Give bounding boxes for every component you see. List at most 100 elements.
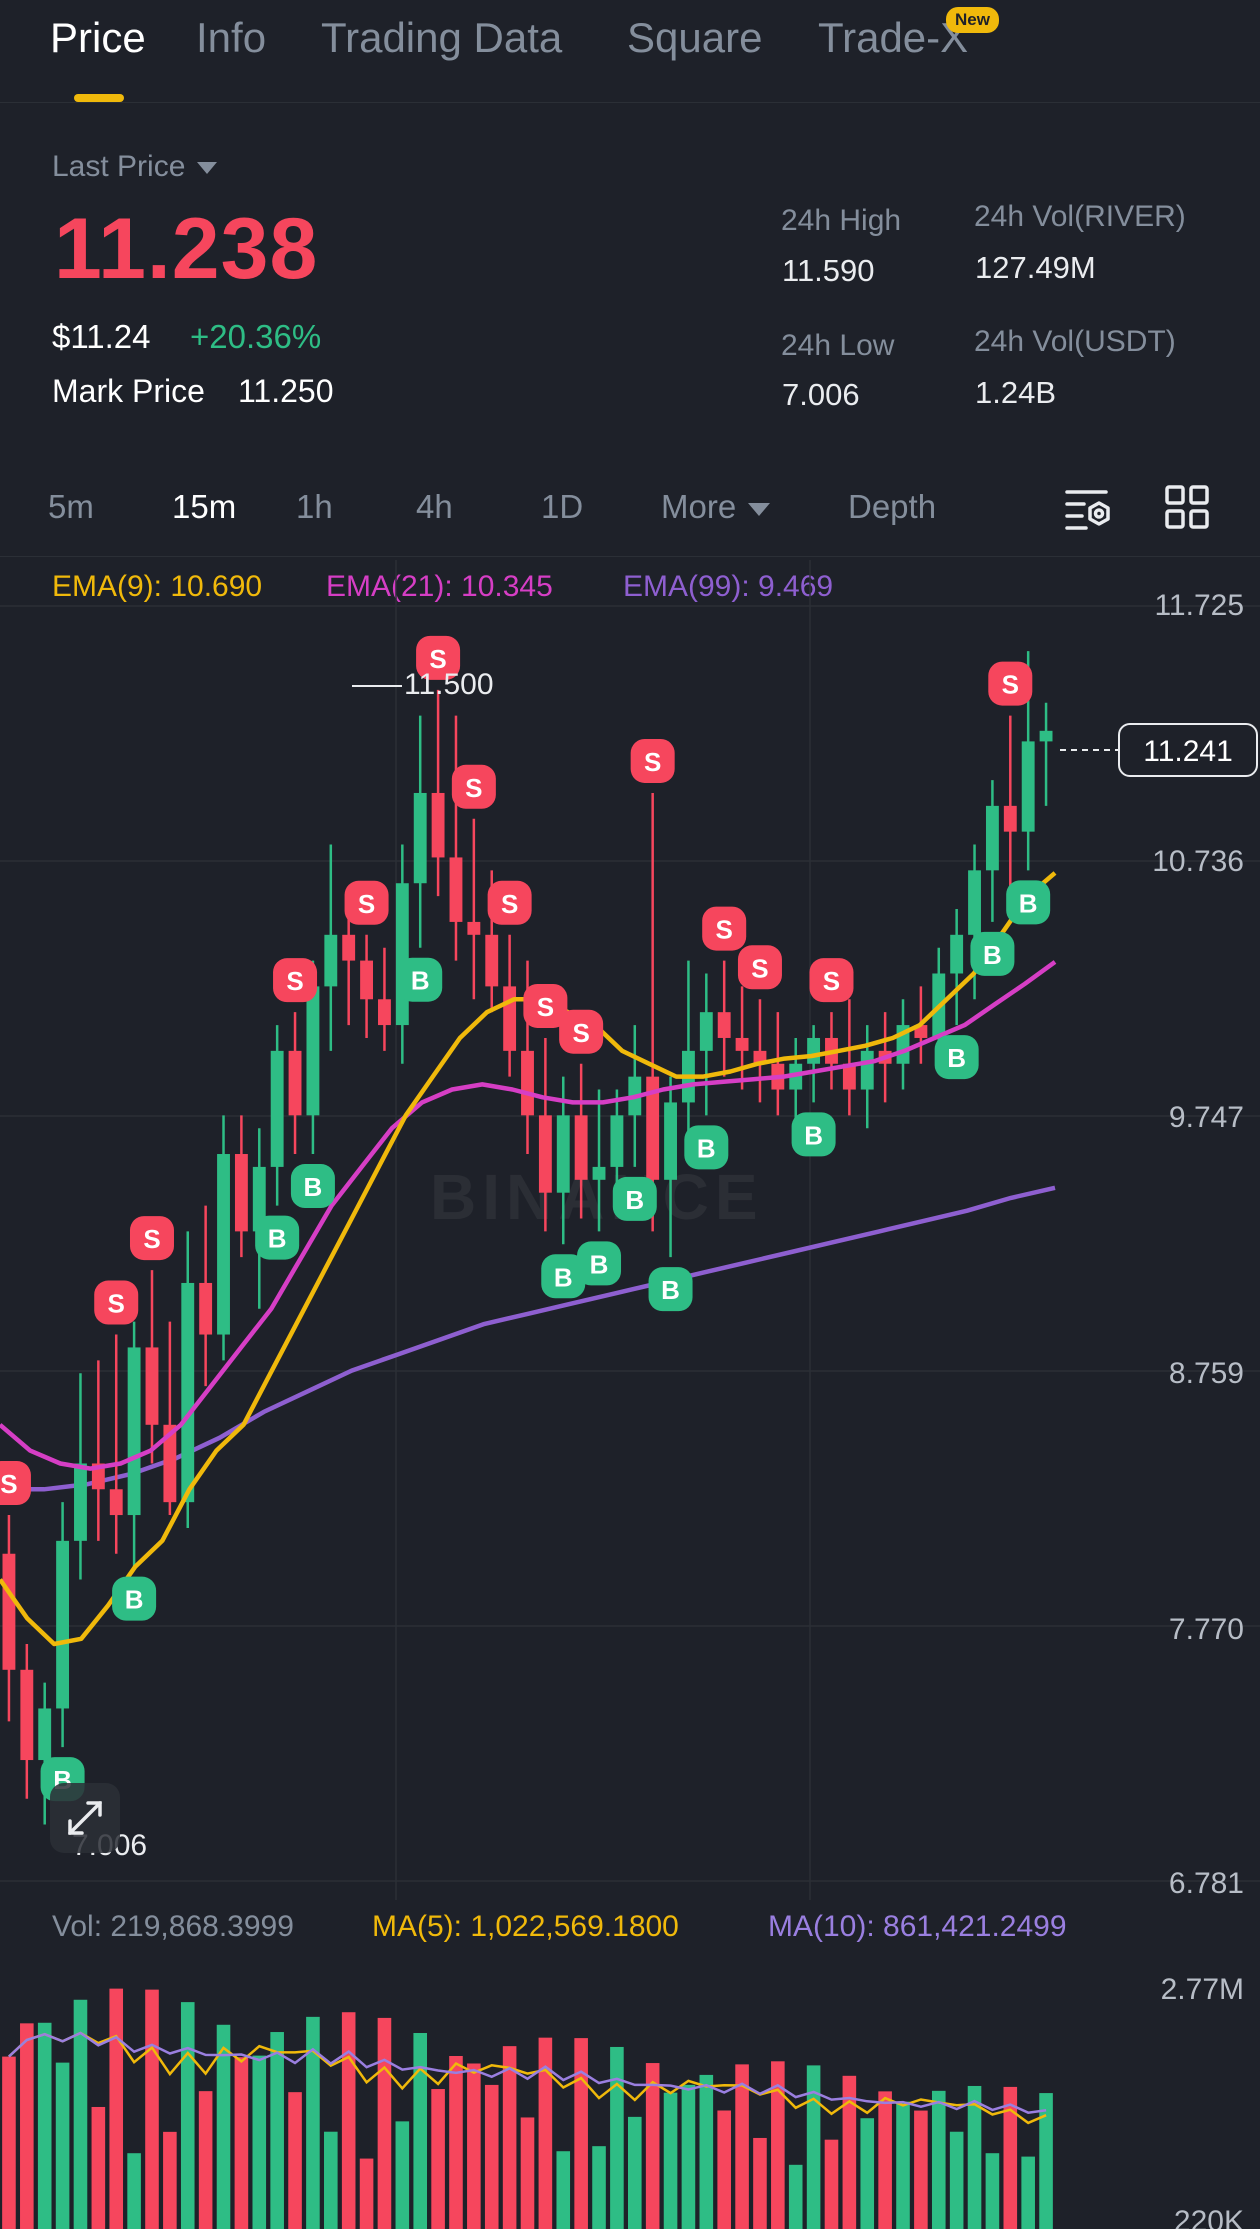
volume-bar — [556, 2151, 571, 2229]
last-price-dropdown[interactable]: Last Price — [52, 150, 218, 184]
volume-bar — [592, 2146, 606, 2229]
sell-marker: S — [273, 958, 318, 1003]
candle — [324, 844, 338, 1051]
candle-body — [20, 1669, 34, 1761]
tab-trading-data[interactable]: Trading Data — [321, 14, 562, 62]
candle — [74, 1373, 87, 1580]
candle-body — [1021, 741, 1035, 832]
candle-body — [538, 1115, 552, 1193]
volume-bar — [878, 2091, 892, 2229]
vol-quote-value: 1.24B — [975, 375, 1057, 410]
tab-info[interactable]: Info — [196, 14, 266, 62]
volume-bar — [91, 2106, 106, 2229]
caret-down-icon — [748, 502, 771, 516]
y-axis-label: 7.770 — [1168, 1613, 1244, 1646]
candle — [950, 909, 964, 1026]
low-value: 7.006 — [782, 377, 860, 412]
sell-marker: S — [0, 1461, 31, 1506]
more-intervals-dropdown[interactable]: More — [661, 488, 771, 526]
interval-1d[interactable]: 1D — [541, 488, 583, 526]
last-price-label: Last Price — [52, 150, 186, 183]
tab-price[interactable]: Price — [50, 14, 146, 62]
volume-bar — [109, 1988, 124, 2229]
candle-body — [503, 986, 517, 1051]
volume-bar — [324, 2131, 338, 2229]
sell-marker: S — [129, 1216, 174, 1261]
interval-15m[interactable]: 15m — [172, 488, 236, 526]
candle-body — [449, 857, 463, 922]
candle — [985, 780, 999, 922]
interval-5m[interactable]: 5m — [48, 488, 94, 526]
volume-bar — [717, 2110, 731, 2229]
sell-marker: S — [94, 1280, 139, 1325]
volume-bar — [37, 2022, 52, 2229]
svg-text:S: S — [572, 1018, 589, 1048]
volume-bar — [860, 2118, 875, 2229]
svg-text:S: S — [716, 915, 733, 945]
volume-bar — [127, 2153, 141, 2229]
fullscreen-button[interactable] — [50, 1783, 120, 1853]
interval-1h[interactable]: 1h — [296, 488, 333, 526]
candle-body — [717, 1012, 731, 1038]
indicator-settings-icon[interactable] — [1064, 486, 1112, 532]
layout-grid-icon[interactable] — [1164, 484, 1210, 530]
svg-text:B: B — [125, 1585, 144, 1615]
candle — [735, 986, 749, 1090]
ma5-legend: MA(5): 1,022,569.1800 — [372, 1910, 679, 1943]
volume-bar — [341, 2012, 356, 2229]
vol-base-label: 24h Vol(RIVER) — [974, 200, 1186, 233]
svg-text:S: S — [751, 953, 768, 983]
buy-marker: B — [112, 1576, 157, 1621]
buy-marker: B — [648, 1267, 693, 1312]
sell-marker: S — [630, 738, 675, 783]
svg-text:S: S — [358, 889, 375, 919]
y-axis-label: 10.736 — [1152, 845, 1244, 878]
volume-bar — [663, 2092, 678, 2229]
candle — [145, 1270, 159, 1464]
volume-bar — [610, 2046, 624, 2229]
candle-body — [2, 1553, 16, 1670]
candle-body — [574, 1115, 588, 1180]
volume-bar — [484, 2084, 499, 2229]
tab-square[interactable]: Square — [627, 14, 762, 62]
interval-4h[interactable]: 4h — [416, 488, 453, 526]
volume-bar — [520, 2117, 535, 2229]
candle — [2, 1515, 16, 1722]
price-change-percent: +20.36% — [190, 318, 322, 355]
candle-body — [1003, 805, 1017, 832]
candle-body — [217, 1154, 230, 1335]
candle — [1039, 702, 1053, 806]
price-chart[interactable]: SBSBS BSBSBSSSSBSBBSBBSSBSBBSB — [0, 560, 1260, 1900]
sell-marker: S — [487, 880, 532, 925]
candle — [538, 1037, 552, 1232]
sell-marker: S — [451, 764, 496, 809]
volume-bar — [1021, 2156, 1035, 2229]
candle-body — [860, 1050, 874, 1090]
svg-text:S: S — [143, 1224, 160, 1254]
volume-bar — [985, 2153, 1000, 2229]
volume-bar — [431, 2089, 445, 2229]
candle-body — [288, 1050, 302, 1116]
candle — [896, 999, 910, 1090]
svg-text:B: B — [983, 940, 1002, 970]
candle-body — [431, 792, 445, 858]
candle-body — [985, 805, 999, 871]
chart-grid — [0, 560, 1260, 1900]
volume-bar — [1003, 2086, 1018, 2229]
candle — [20, 1644, 34, 1799]
volume-bar — [145, 1989, 159, 2229]
candle-body — [199, 1282, 213, 1335]
depth-tab[interactable]: Depth — [848, 488, 936, 526]
volume-bar — [914, 2110, 928, 2229]
active-tab-indicator — [74, 94, 124, 102]
candle — [592, 1089, 606, 1232]
candle — [771, 1012, 785, 1116]
volume-bars — [2, 1988, 1053, 2229]
volume-chart — [2, 1988, 1053, 2229]
candle — [646, 792, 660, 1232]
buy-marker: B — [970, 931, 1015, 976]
candle — [717, 960, 731, 1077]
volume-bar — [359, 2158, 374, 2229]
candle-body — [1039, 730, 1053, 742]
buy-marker: B — [791, 1112, 836, 1157]
